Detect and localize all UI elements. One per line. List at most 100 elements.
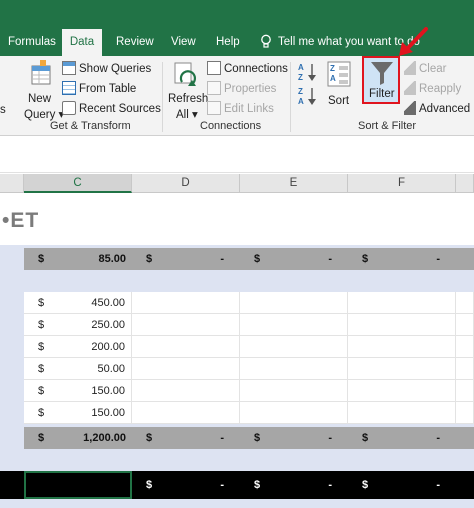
cell-g-partial[interactable]	[456, 314, 474, 336]
clear-label: Clear	[419, 63, 447, 75]
cell-c[interactable]: $85.00	[24, 248, 132, 270]
cell-d[interactable]	[132, 336, 240, 358]
cell-g-partial[interactable]	[456, 402, 474, 424]
cell-e[interactable]	[240, 358, 348, 380]
cell-f[interactable]	[348, 358, 456, 380]
new-query-label: New	[28, 93, 52, 105]
cell-f[interactable]	[348, 380, 456, 402]
advanced-button[interactable]: Advanced	[404, 101, 470, 115]
clear-filter-icon	[404, 61, 416, 75]
column-header-g-partial[interactable]	[456, 174, 474, 193]
cell-c[interactable]: $150.00	[24, 402, 132, 424]
worksheet-grid: •ET $85.00 $ - $ - $ - $450.00 $250.00 $200…	[0, 193, 474, 508]
cell-f[interactable]	[348, 314, 456, 336]
show-queries-icon	[62, 61, 76, 75]
cell-f[interactable]: $ -	[348, 248, 456, 270]
tab-formulas[interactable]: Formulas	[2, 29, 62, 56]
ribbon-data: s New Query ▾ Show Queries From Table Re…	[0, 56, 474, 136]
svg-text:Z: Z	[298, 73, 303, 82]
column-header-f[interactable]: F	[348, 174, 456, 193]
cell-c[interactable]: $200.00	[24, 336, 132, 358]
cell-f[interactable]	[348, 292, 456, 314]
cell-g-partial[interactable]	[456, 358, 474, 380]
properties-button[interactable]: Properties	[207, 81, 276, 95]
group-separator	[290, 62, 291, 132]
cell-f[interactable]	[348, 336, 456, 358]
sheet-title: •ET	[2, 209, 40, 232]
tab-data[interactable]: Data	[62, 29, 102, 56]
connections-icon	[207, 61, 221, 75]
refresh-sublabel: All ▾	[176, 109, 198, 121]
cell-c[interactable]: $250.00	[24, 314, 132, 336]
cell-d[interactable]	[132, 402, 240, 424]
table-icon	[62, 81, 76, 95]
reapply-label: Reapply	[419, 83, 462, 95]
clear-button[interactable]: Clear	[404, 61, 446, 75]
cell-d[interactable]	[132, 292, 240, 314]
sort-za-icon[interactable]: Z A	[298, 86, 320, 106]
selected-cell-outline[interactable]	[24, 471, 132, 499]
new-query-icon	[31, 60, 51, 85]
edit-links-button[interactable]: Edit Links	[207, 101, 274, 115]
sort-dialog-icon: Z A	[327, 61, 351, 87]
cell-d[interactable]	[132, 380, 240, 402]
cell-e[interactable]	[240, 336, 348, 358]
advanced-label: Advanced	[419, 103, 471, 115]
cell-c[interactable]: $450.00	[24, 292, 132, 314]
cell-e[interactable]: $ -	[240, 427, 348, 449]
column-header-partial[interactable]	[0, 174, 24, 193]
cell-f[interactable]: $ -	[348, 427, 456, 449]
edit-links-icon	[207, 101, 221, 115]
tab-help[interactable]: Help	[210, 29, 246, 56]
cell-e[interactable]: $ -	[240, 471, 348, 499]
cell-g-partial[interactable]	[456, 292, 474, 314]
show-queries-button[interactable]: Show Queries	[62, 61, 151, 75]
cell-e[interactable]	[240, 380, 348, 402]
connections-label: Connections	[224, 63, 288, 75]
cell-f[interactable]: $ -	[348, 471, 456, 499]
cell-e[interactable]	[240, 402, 348, 424]
group-label-connections: Connections	[200, 120, 262, 132]
group-label-sort-filter: Sort & Filter	[358, 120, 417, 132]
refresh-icon	[174, 62, 197, 86]
cell-g-partial[interactable]	[456, 248, 474, 270]
title-row: •ET	[0, 193, 474, 245]
cell-g-partial[interactable]	[456, 336, 474, 358]
sort-button[interactable]: Z A Sort	[324, 60, 354, 110]
advanced-filter-icon	[404, 101, 416, 115]
properties-icon	[207, 81, 221, 95]
cell-c[interactable]: $1,200.00	[24, 427, 132, 449]
filter-button[interactable]: Filter	[362, 56, 400, 104]
cell-e[interactable]	[240, 292, 348, 314]
column-header-e[interactable]: E	[240, 174, 348, 193]
cell-g-partial[interactable]	[456, 427, 474, 449]
cell-g-partial[interactable]	[456, 380, 474, 402]
cell-c[interactable]: $150.00	[24, 380, 132, 402]
formula-bar-area	[0, 137, 474, 173]
svg-text:Z: Z	[330, 64, 335, 73]
cell-d[interactable]	[132, 314, 240, 336]
tab-review[interactable]: Review	[110, 29, 160, 56]
sort-az-icon[interactable]: A Z	[298, 62, 320, 82]
refresh-all-button[interactable]: Refresh All ▾	[166, 60, 208, 121]
connections-button[interactable]: Connections	[207, 61, 288, 75]
cell-d[interactable]: $ -	[132, 471, 240, 499]
cell-e[interactable]: $ -	[240, 248, 348, 270]
cell-f[interactable]	[348, 402, 456, 424]
cell-c[interactable]: $50.00	[24, 358, 132, 380]
new-query-button[interactable]: New Query ▾	[24, 60, 64, 121]
cell-d[interactable]: $ -	[132, 427, 240, 449]
tab-view[interactable]: View	[165, 29, 202, 56]
cell-d[interactable]	[132, 358, 240, 380]
column-header-d[interactable]: D	[132, 174, 240, 193]
from-table-button[interactable]: From Table	[62, 81, 136, 95]
recent-sources-label: Recent Sources	[79, 103, 161, 115]
recent-sources-button[interactable]: Recent Sources	[62, 101, 161, 115]
cell-d[interactable]: $ -	[132, 248, 240, 270]
svg-text:A: A	[298, 97, 304, 106]
filter-label: Filter	[369, 88, 395, 100]
column-header-c[interactable]: C	[24, 174, 132, 193]
cell-e[interactable]	[240, 314, 348, 336]
from-table-label: From Table	[79, 83, 137, 95]
reapply-button[interactable]: Reapply	[404, 81, 461, 95]
